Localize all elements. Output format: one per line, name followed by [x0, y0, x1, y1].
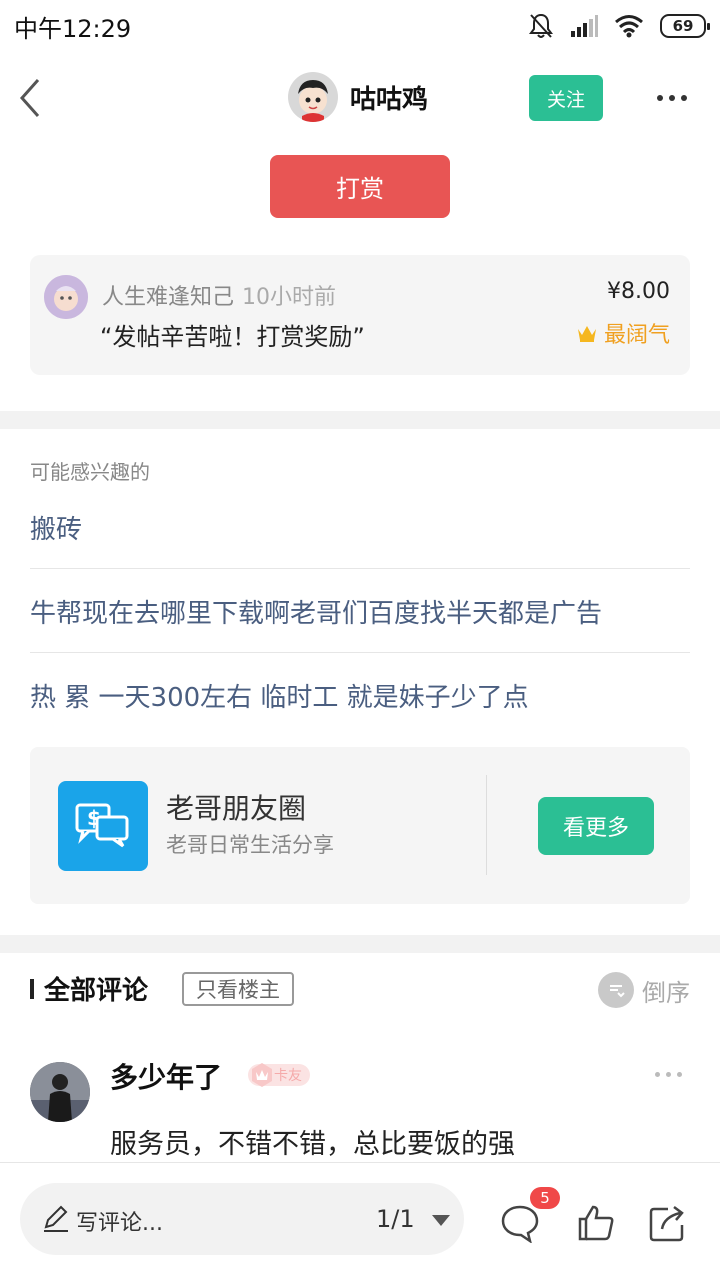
sort-icon [598, 972, 634, 1008]
status-time: 中午12:29 [14, 14, 132, 43]
section-divider [0, 935, 720, 953]
status-icons: 69 [528, 12, 710, 40]
comment-more-button[interactable] [655, 1072, 682, 1077]
top-tipper-badge: 最阔气 [576, 317, 670, 349]
recommended-item[interactable]: 热 累 一天300左右 临时工 就是妹子少了点 [30, 677, 690, 714]
follow-button[interactable]: 关注 [529, 75, 603, 121]
card-divider [486, 775, 487, 875]
bottom-bar: 写评论... 1/1 5 [0, 1162, 720, 1280]
owner-only-filter[interactable]: 只看楼主 [182, 972, 294, 1006]
badge-crown-icon [252, 1063, 272, 1087]
tipper-name[interactable]: 人生难逢知己 [102, 285, 234, 310]
money-chat-icon: $ [75, 803, 129, 848]
caret-down-icon[interactable] [432, 1215, 450, 1226]
chevron-left-icon [19, 79, 40, 117]
back-button[interactable] [14, 74, 54, 122]
more-dot-icon [655, 1072, 660, 1077]
circle-icon: $ [58, 781, 148, 871]
author-avatar[interactable] [288, 72, 338, 122]
tip-record-card: 人生难逢知己 10小时前 “发帖辛苦啦！打赏奖励” ¥8.00 最阔气 [30, 255, 690, 375]
commenter-avatar[interactable] [30, 1062, 90, 1122]
comment-input[interactable]: 写评论... 1/1 [20, 1183, 464, 1255]
top-tipper-label: 最阔气 [603, 323, 670, 348]
user-level-badge: 卡友 [248, 1063, 310, 1087]
sort-toggle[interactable]: 倒序 [598, 972, 690, 1008]
more-dot-icon [669, 95, 675, 101]
more-dot-icon [666, 1072, 671, 1077]
list-divider [30, 652, 690, 653]
sort-arrows-icon [610, 985, 625, 998]
comments-title: 全部评论 [44, 976, 149, 1006]
tip-button[interactable]: 打赏 [270, 155, 450, 218]
person-photo-icon [30, 1062, 90, 1122]
tip-message: “发帖辛苦啦！打赏奖励” [100, 323, 365, 351]
user-level-label: 卡友 [274, 1068, 302, 1084]
pen-icon [44, 1205, 68, 1232]
comment-item: 多少年了 卡友 服务员，不错不错，总比要饭的强 [30, 1052, 690, 1162]
more-dot-icon [681, 95, 687, 101]
baby-photo-icon [44, 275, 88, 319]
sort-label: 倒序 [642, 978, 690, 1007]
recommended-item[interactable]: 搬砖 [30, 509, 690, 546]
comment-count-badge: 5 [530, 1187, 560, 1209]
page-indicator[interactable]: 1/1 [376, 1205, 415, 1233]
recommended-item[interactable]: 牛帮现在去哪里下载啊老哥们百度找半天都是广告 [30, 593, 690, 630]
more-dot-icon [657, 95, 663, 101]
crown-icon [577, 326, 596, 342]
list-divider [30, 568, 690, 569]
battery-level: 69 [672, 17, 694, 35]
more-options-button[interactable] [652, 82, 692, 114]
comment-input-placeholder: 写评论... [76, 1211, 163, 1236]
bell-muted-icon [529, 13, 553, 38]
post-header: 咕咕鸡 关注 [0, 60, 720, 136]
commenter-name[interactable]: 多少年了 [110, 1056, 222, 1096]
status-bar: 中午12:29 69 [0, 0, 720, 52]
tip-time: 10小时前 [242, 285, 337, 310]
section-marker [30, 979, 34, 999]
thumbs-up-icon[interactable] [576, 1203, 616, 1243]
comment-text: 服务员，不错不错，总比要饭的强 [110, 1129, 515, 1160]
wifi-icon [615, 15, 643, 38]
see-more-button[interactable]: 看更多 [538, 797, 654, 855]
comments-header: 全部评论 只看楼主 倒序 [30, 968, 690, 1012]
signal-icon [571, 15, 598, 37]
tip-amount: ¥8.00 [607, 279, 670, 304]
share-icon[interactable] [648, 1203, 688, 1243]
comment-bubble-icon[interactable] [500, 1203, 540, 1243]
circle-card[interactable]: $ 老哥朋友圈 老哥日常生活分享 看更多 [30, 747, 690, 904]
recommended-title: 可能感兴趣的 [30, 460, 150, 484]
battery-indicator: 69 [660, 14, 710, 38]
circle-name: 老哥朋友圈 [166, 792, 307, 825]
author-name[interactable]: 咕咕鸡 [350, 79, 428, 116]
author-info[interactable]: 咕咕鸡 [288, 72, 428, 122]
tipper-avatar[interactable] [44, 275, 88, 319]
circle-description: 老哥日常生活分享 [166, 833, 334, 857]
more-dot-icon [677, 1072, 682, 1077]
cartoon-face-icon [288, 72, 338, 122]
tipper-info: 人生难逢知己 10小时前 [102, 279, 336, 311]
section-divider [0, 411, 720, 429]
